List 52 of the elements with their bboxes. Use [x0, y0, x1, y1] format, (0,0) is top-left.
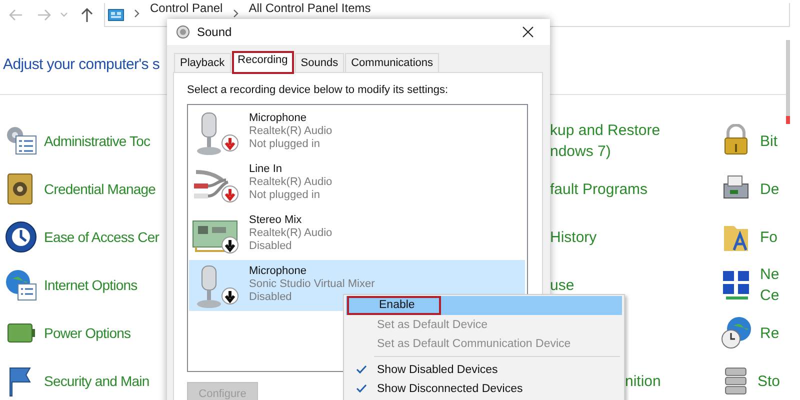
item-link[interactable]: Ne Ce	[760, 264, 780, 306]
tab[interactable]: Sounds	[294, 53, 344, 72]
instruction-text: Select a recording device below to modify its settings:	[187, 84, 450, 96]
device-name: Microphone	[249, 112, 308, 125]
chevron-icon	[232, 9, 239, 18]
device-row[interactable]: Stereo Mix Realtek(R) Audio Disabled	[189, 209, 525, 260]
chevron-icon	[134, 9, 140, 18]
device-driver: Realtek(R) Audio	[249, 227, 332, 240]
item-link[interactable]: Power Options	[44, 322, 131, 344]
close-icon	[522, 26, 534, 38]
globe-clock-icon[interactable]	[720, 316, 754, 350]
device-status: Not plugged in	[249, 138, 321, 151]
device-status: Not plugged in	[249, 189, 321, 202]
item-link[interactable]: Ease of Access Cer	[44, 226, 159, 248]
menu-item[interactable]: Show Disconnected Devices	[346, 379, 622, 398]
window-title: Sound	[197, 25, 232, 39]
item-link[interactable]: Administrative Toc	[44, 130, 150, 152]
item-link[interactable]: De	[760, 178, 780, 200]
item-link[interactable]: fault Programs	[550, 178, 648, 200]
item-link[interactable]: use	[550, 274, 574, 296]
device-driver: Realtek(R) Audio	[249, 176, 332, 189]
item-link[interactable]: Internet Options	[44, 274, 138, 296]
item-link[interactable]: Credential Manage	[44, 178, 156, 200]
device-name: Stereo Mix	[249, 214, 303, 227]
control-panel-icon	[108, 9, 124, 21]
device-status: Disabled	[249, 291, 293, 304]
breadcrumb-item[interactable]: Control Panel	[150, 1, 223, 15]
item-link[interactable]: Bit	[760, 130, 778, 152]
device-name: Microphone	[249, 265, 308, 278]
item-link[interactable]: nition	[625, 370, 661, 392]
tab[interactable]: Recording	[232, 51, 294, 74]
menu-item[interactable]: Show Disabled Devices	[346, 360, 622, 379]
device-driver: Sonic Studio Virtual Mixer	[249, 278, 375, 291]
item-link[interactable]: Security and Main	[44, 370, 150, 392]
page-heading: Adjust your computer's s	[3, 56, 160, 75]
device-driver: Realtek(R) Audio	[249, 125, 332, 138]
globe-checklist-icon[interactable]	[4, 268, 38, 302]
up-arrow-icon[interactable]	[80, 7, 94, 23]
scrollbar[interactable]	[786, 40, 790, 124]
item-link[interactable]: Re	[760, 322, 780, 344]
item-link[interactable]: History	[550, 226, 597, 248]
breadcrumb-item[interactable]: All Control Panel Items	[248, 1, 371, 15]
tab[interactable]: Playback	[174, 53, 231, 72]
device-row[interactable]: Line In Realtek(R) Audio Not plugged in	[189, 158, 525, 209]
item-link[interactable]: Sto	[757, 370, 780, 392]
item-link[interactable]: Fo	[760, 226, 778, 248]
menu-item[interactable]: Enable	[346, 296, 622, 315]
device-row[interactable]: Microphone Realtek(R) Audio Not plugged in	[189, 107, 525, 158]
device-name: Line In	[249, 163, 284, 176]
device-status: Disabled	[249, 240, 293, 253]
tab[interactable]: Communications	[345, 53, 440, 72]
item-link[interactable]: kup and Restore ndows 7)	[550, 120, 660, 162]
